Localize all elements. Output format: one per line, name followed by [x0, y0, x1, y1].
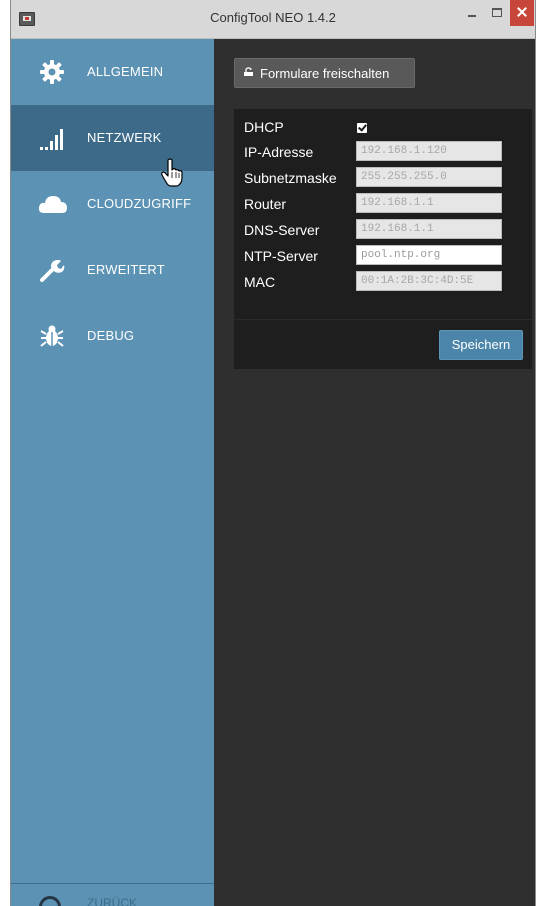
- wrench-icon: [40, 260, 65, 282]
- ntp-server-field[interactable]: [356, 245, 502, 265]
- bug-icon: [40, 325, 64, 347]
- sidebar-item-label: DEBUG: [87, 328, 135, 343]
- mac-label: MAC: [244, 274, 276, 290]
- signal-bars-icon: [40, 129, 63, 150]
- maximize-button[interactable]: [485, 0, 509, 26]
- router-label: Router: [244, 196, 287, 212]
- sidebar-item-allgemein[interactable]: ALLGEMEIN: [11, 39, 214, 105]
- dns-server-field[interactable]: [356, 219, 502, 239]
- title-bar[interactable]: ConfigTool NEO 1.4.2: [11, 0, 535, 39]
- sidebar-item-label: CLOUDZUGRIFF: [87, 196, 192, 211]
- gear-icon: [40, 60, 64, 84]
- ntp-server-label: NTP-Server: [244, 248, 318, 264]
- sidebar-item-label: NETZWERK: [87, 130, 162, 145]
- save-button[interactable]: Speichern: [439, 330, 523, 360]
- hand-cursor-icon: [161, 158, 183, 187]
- ip-address-field[interactable]: [356, 141, 502, 161]
- panel-divider: [234, 319, 532, 320]
- network-settings-panel: DHCP IP-Adresse Subnetzmaske Router DNS-…: [234, 109, 532, 369]
- unlock-icon: [244, 67, 253, 76]
- main-content: Formulare freischalten DHCP IP-Adresse S…: [214, 39, 535, 906]
- app-window: ConfigTool NEO 1.4.2 ALLGEMEIN NETZWERK …: [10, 0, 536, 906]
- dns-server-label: DNS-Server: [244, 222, 320, 238]
- dhcp-label: DHCP: [244, 119, 284, 135]
- back-button[interactable]: ZURÜCK: [11, 883, 214, 906]
- sidebar-item-debug[interactable]: DEBUG: [11, 303, 214, 369]
- close-button[interactable]: [510, 0, 534, 26]
- minimize-button[interactable]: [460, 0, 484, 26]
- sidebar-item-label: ALLGEMEIN: [87, 64, 164, 79]
- ip-address-label: IP-Adresse: [244, 144, 314, 160]
- back-label: ZURÜCK: [87, 896, 137, 906]
- unlock-forms-label: Formulare freischalten: [260, 66, 390, 81]
- subnet-mask-label: Subnetzmaske: [244, 170, 337, 186]
- sidebar-item-label: ERWEITERT: [87, 262, 165, 277]
- unlock-forms-button[interactable]: Formulare freischalten: [234, 58, 415, 88]
- sidebar-item-erweitert[interactable]: ERWEITERT: [11, 237, 214, 303]
- subnet-mask-field[interactable]: [356, 167, 502, 187]
- router-field[interactable]: [356, 193, 502, 213]
- dhcp-checkbox[interactable]: [357, 123, 367, 133]
- cloud-icon: [38, 196, 67, 213]
- window-title: ConfigTool NEO 1.4.2: [210, 10, 336, 25]
- mac-field[interactable]: [356, 271, 502, 291]
- back-arrow-icon: [39, 896, 61, 906]
